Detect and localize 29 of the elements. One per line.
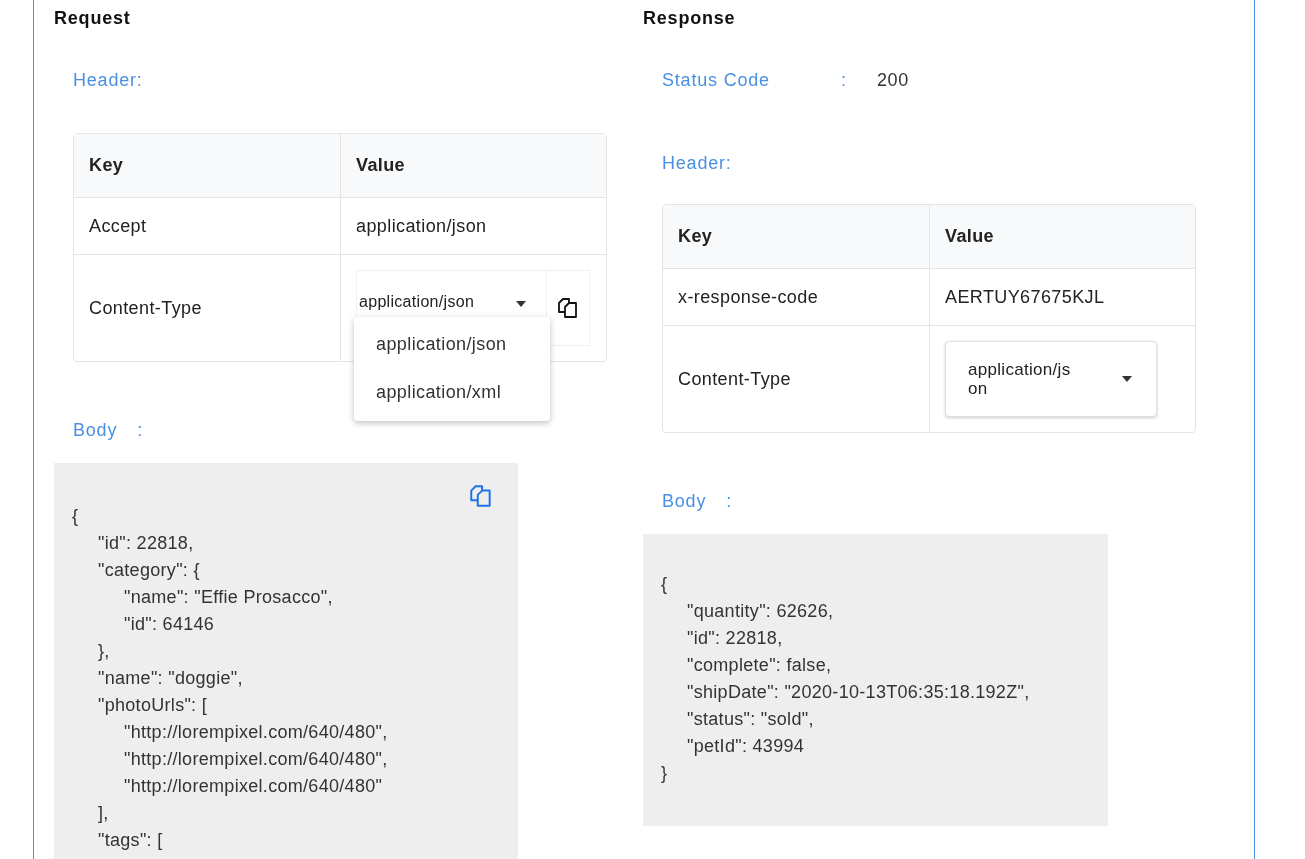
- table-cell: x-response-code: [678, 286, 819, 307]
- body-label: Body: [73, 420, 118, 441]
- table-cell: Content-Type: [678, 368, 791, 389]
- table-cell: Content-Type: [89, 297, 202, 318]
- json-body: { "quantity": 62626, "id": 22818, "complete": false, "shipDate": "2020-10-13T06:35:18.192Z", "status": "sold", "petId": 43994 }: [661, 573, 1030, 785]
- content-type-dropdown[interactable]: application/json: [945, 341, 1157, 417]
- copy-button[interactable]: [546, 270, 590, 346]
- column-header: Key: [89, 155, 124, 175]
- body-label: Body: [662, 491, 707, 512]
- dropdown-option[interactable]: application/xml: [354, 369, 550, 417]
- table-cell: application/json: [356, 215, 487, 236]
- section-title: Request: [54, 8, 132, 30]
- header-label: Header:: [73, 70, 143, 91]
- table-cell: AERTUY67675KJL: [945, 286, 1105, 307]
- status-colon: :: [841, 70, 848, 91]
- status-code-value: 200: [877, 70, 909, 91]
- status-code-label: Status Code: [662, 70, 771, 91]
- copy-icon[interactable]: [556, 296, 580, 320]
- column-header: Key: [678, 226, 713, 246]
- section-title: Response: [643, 8, 737, 30]
- caret-icon: [1122, 376, 1132, 382]
- body-colon: :: [726, 491, 733, 512]
- caret-icon: [516, 301, 526, 307]
- body-colon: :: [137, 420, 144, 441]
- column-header: Value: [945, 226, 995, 246]
- table-cell: Accept: [89, 215, 147, 236]
- column-header: Value: [356, 155, 406, 175]
- header-label: Header:: [662, 153, 732, 174]
- json-body: { "id": 22818, "category": { "name": "Effie Prosacco", "id": 64146 }, "name": "doggie", "photoUrls": [ "http://lorempixel.com/640/480", "http://lorempixel.com/640/480", "http://lorempixel.com/640/480" ], "tags": [: [72, 505, 388, 852]
